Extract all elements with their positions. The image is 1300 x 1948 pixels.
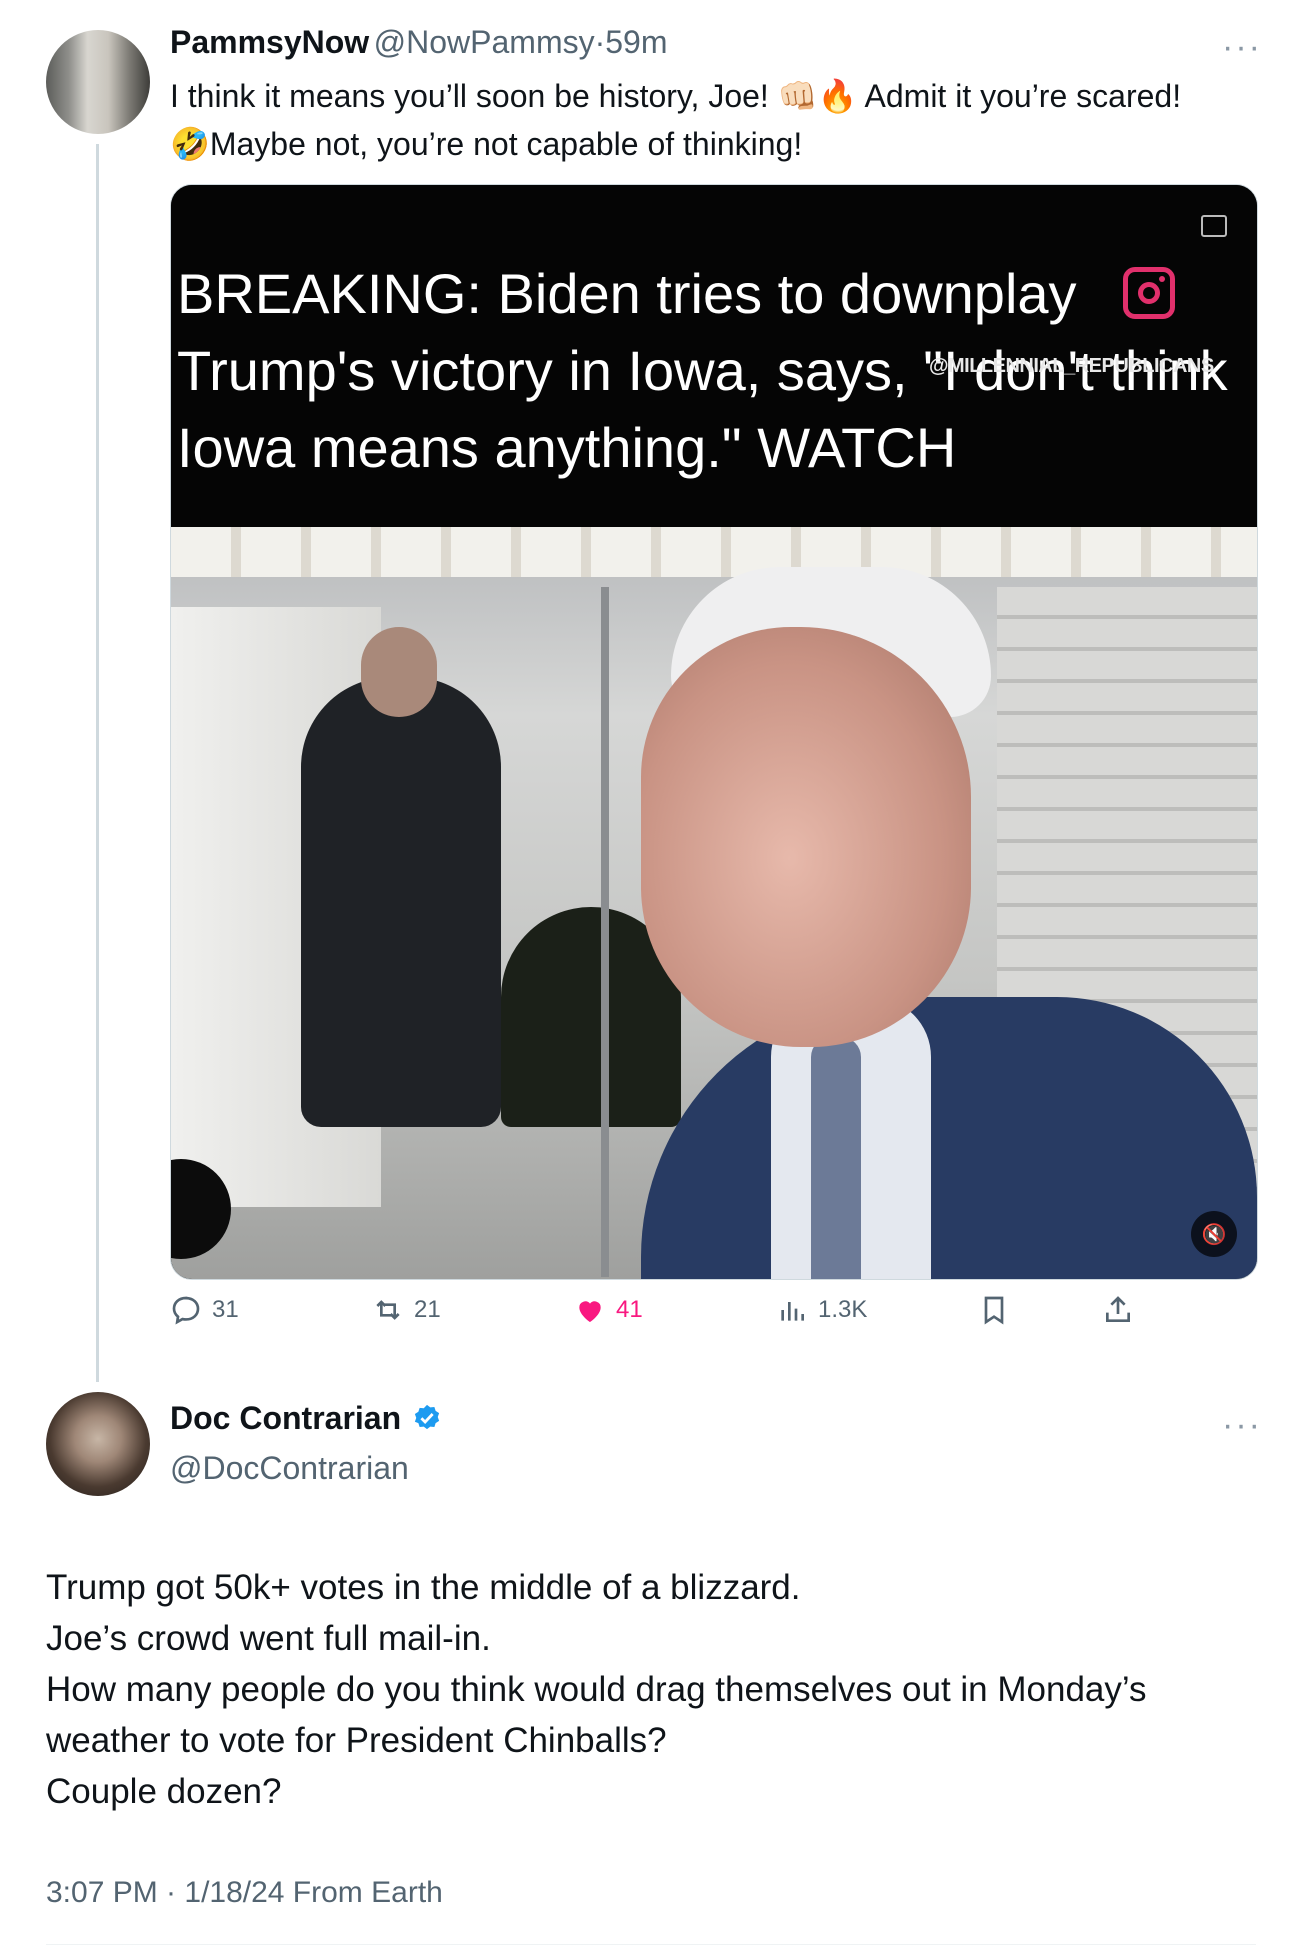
awning	[171, 527, 1257, 577]
view-count: 1.3K	[818, 1296, 868, 1323]
tweet-text-line: weather to vote for President Chinballs?	[46, 1721, 667, 1760]
video-frame: 🔇	[171, 527, 1257, 1279]
views-button[interactable]: 1.3K	[776, 1294, 867, 1326]
tweet-text-line: Couple dozen?	[46, 1772, 282, 1811]
foreground-person-face	[641, 627, 971, 1047]
reply-icon	[172, 1296, 200, 1325]
handle[interactable]: @NowPammsy	[374, 24, 595, 60]
headline-line: BREAKING: Biden tries to downplay	[177, 262, 1077, 325]
handle[interactable]: @DocContrarian	[170, 1450, 409, 1487]
separator-dot: ·	[594, 24, 606, 60]
reply-button[interactable]: 31	[170, 1294, 239, 1326]
video-watermark: @MILLENNIAL_REPUBLICANS	[929, 355, 1214, 377]
verified-icon	[414, 1404, 439, 1430]
foreground-person-tie	[811, 1037, 861, 1279]
like-count: 41	[616, 1296, 643, 1323]
avatar-pammsynow[interactable]	[46, 30, 150, 134]
pole	[601, 587, 609, 1277]
bookmark-button[interactable]	[978, 1294, 1010, 1326]
avatar-doccontrarian[interactable]	[46, 1392, 150, 1496]
tweet-text-line: Joe’s crowd went full mail-in.	[46, 1619, 491, 1658]
share-icon	[1106, 1296, 1130, 1322]
background-person-head	[361, 627, 437, 717]
display-name[interactable]: PammsyNow	[170, 24, 369, 60]
headline-line: Iowa means anything." WATCH	[177, 416, 957, 479]
more-icon[interactable]: ···	[1222, 1406, 1262, 1445]
reply-tweet-text: I think it means you’ll soon be history,…	[170, 72, 1270, 168]
captions-icon[interactable]	[1201, 215, 1227, 237]
thread-connector-line	[96, 144, 99, 1382]
bookmark-icon	[984, 1296, 1004, 1325]
reply-tweet-header: PammsyNow @NowPammsy·59m	[170, 24, 668, 61]
reply-count: 31	[212, 1296, 239, 1323]
repost-button[interactable]: 21	[372, 1294, 441, 1326]
display-name[interactable]: Doc Contrarian	[170, 1400, 401, 1436]
time-ago[interactable]: 59m	[605, 24, 667, 60]
background-person	[301, 677, 501, 1127]
share-button[interactable]	[1102, 1294, 1134, 1326]
tweet-text-line: 🤣Maybe not, you’re not capable of thinki…	[170, 126, 803, 162]
video-player[interactable]: BREAKING: Biden tries to downplay Trump'…	[170, 184, 1258, 1280]
like-button[interactable]: 41	[574, 1294, 643, 1326]
more-icon[interactable]: ···	[1222, 28, 1262, 67]
mute-icon[interactable]: 🔇	[1191, 1211, 1237, 1257]
repost-count: 21	[414, 1296, 441, 1323]
like-icon	[579, 1301, 601, 1322]
divider	[46, 1944, 1256, 1945]
main-tweet-header: Doc Contrarian	[170, 1400, 442, 1437]
tweet-text-line: I think it means you’ll soon be history,…	[170, 78, 1182, 114]
tweet-text-line: Trump got 50k+ votes in the middle of a …	[46, 1568, 801, 1607]
views-icon	[781, 1302, 804, 1321]
instagram-icon	[1123, 267, 1175, 319]
video-caption-banner: BREAKING: Biden tries to downplay Trump'…	[171, 185, 1257, 527]
tweet-text-line: How many people do you think would drag …	[46, 1670, 1147, 1709]
tweet-timestamp[interactable]: 3:07 PM · 1/18/24 From Earth	[46, 1876, 443, 1910]
main-tweet-text: Trump got 50k+ votes in the middle of a …	[46, 1562, 1286, 1817]
repost-icon	[376, 1300, 400, 1320]
foreground-person-suit	[641, 997, 1257, 1279]
